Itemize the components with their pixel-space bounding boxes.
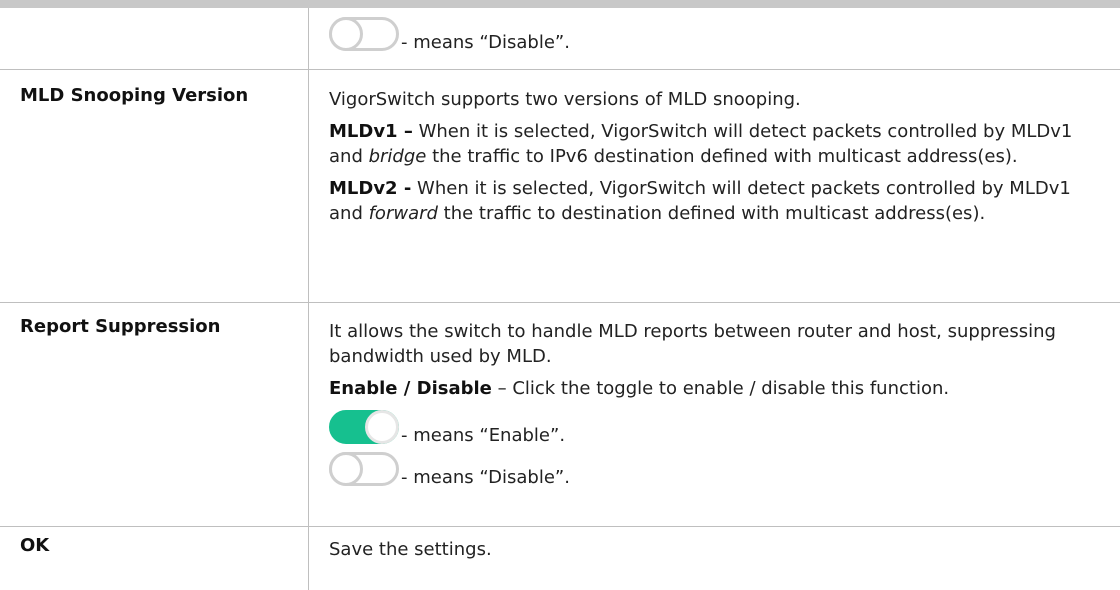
enable-disable-term: Enable / Disable: [329, 378, 492, 399]
document-page: - means “Disable”. MLD Snooping Version …: [0, 0, 1120, 590]
mldv2-term: MLDv2 -: [329, 178, 412, 199]
mldv2-paragraph: MLDv2 - When it is selected, VigorSwitch…: [329, 178, 1071, 224]
row-label-ok: OK: [20, 535, 50, 556]
row-divider: [0, 526, 1120, 527]
column-divider: [308, 527, 309, 590]
toggle-disable-text: - means “Disable”.: [401, 32, 570, 53]
row-0-description: - means “Disable”.: [329, 15, 1104, 57]
toggle-off-icon: [329, 17, 399, 51]
toggle-disable-line: - means “Disable”.: [329, 450, 1104, 488]
mld-version-intro: VigorSwitch supports two versions of MLD…: [329, 89, 801, 110]
column-divider: [308, 8, 309, 69]
row-label-report-suppression: Report Suppression: [20, 316, 221, 337]
toggle-enable-text: - means “Enable”.: [401, 425, 566, 446]
row-2-description: It allows the switch to handle MLD repor…: [329, 319, 1104, 492]
toggle-on-icon: [329, 410, 399, 444]
row-1-description: VigorSwitch supports two versions of MLD…: [329, 87, 1104, 233]
toggle-off-icon: [329, 452, 399, 486]
enable-disable-paragraph: Enable / Disable – Click the toggle to e…: [329, 378, 950, 399]
report-suppression-intro: It allows the switch to handle MLD repor…: [329, 321, 1056, 367]
toggle-enable-line: - means “Enable”.: [329, 408, 1104, 446]
toggle-disable-text: - means “Disable”.: [401, 467, 570, 488]
column-divider: [308, 303, 309, 526]
row-label-mld-snooping-version: MLD Snooping Version: [20, 85, 249, 106]
mldv1-term: MLDv1 –: [329, 121, 413, 142]
row-divider: [0, 302, 1120, 303]
top-rule: [0, 0, 1120, 8]
row-3-description: Save the settings.: [329, 539, 492, 560]
toggle-disable-line: - means “Disable”.: [329, 15, 1104, 53]
column-divider: [308, 70, 309, 302]
mldv1-paragraph: MLDv1 – When it is selected, VigorSwitch…: [329, 121, 1073, 167]
row-divider: [0, 69, 1120, 70]
